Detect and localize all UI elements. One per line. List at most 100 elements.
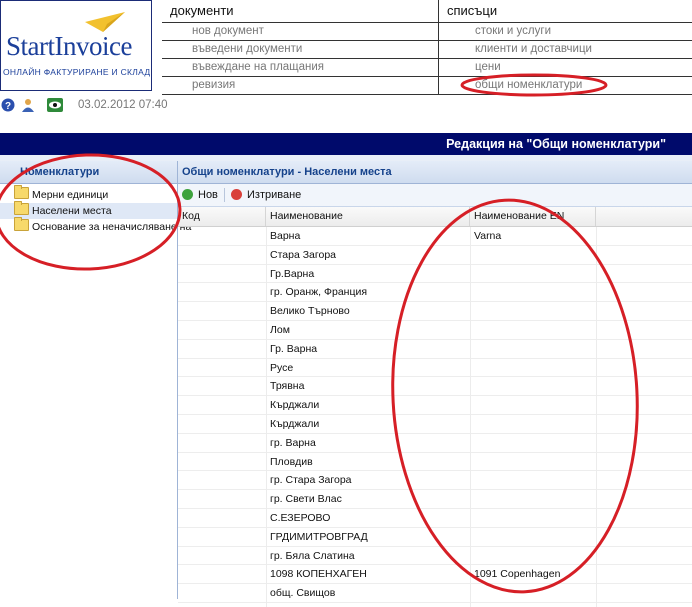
menu-item-entered-documents[interactable]: въведени документи <box>162 41 438 59</box>
new-button[interactable]: Нов <box>182 187 218 203</box>
cell-name-en <box>470 321 596 339</box>
delete-button[interactable]: Изтриване <box>231 187 301 203</box>
table-row[interactable]: Варна Varna <box>178 227 692 246</box>
cell-name: Лом <box>270 323 290 336</box>
table-row[interactable]: гр. Стара Загора <box>178 471 692 491</box>
table-row[interactable]: С.ЕЗЕРОВО <box>178 509 692 528</box>
table-row[interactable]: ГРДИМИТРОВГРАД <box>178 528 692 547</box>
cell-code <box>178 509 266 527</box>
delete-icon <box>231 189 242 200</box>
column-header-code[interactable]: Код <box>178 207 266 226</box>
cell-code <box>178 283 266 301</box>
menu-documents: документи нов документ въведени документ… <box>162 0 438 95</box>
table-row[interactable]: Лом <box>178 321 692 340</box>
menu-item-clients-suppliers[interactable]: клиенти и доставчици <box>439 41 692 59</box>
cell-name-en <box>470 490 596 508</box>
cell-name-en <box>470 283 596 301</box>
tree-item-measure-units[interactable]: Мерни единици <box>0 185 177 203</box>
datetime-display: 03.02.2012 07:40 <box>78 99 168 111</box>
user-icon[interactable] <box>21 98 35 112</box>
cell-name: Варна <box>270 230 301 242</box>
menu-item-general-nomenclatures[interactable]: общи номенклатури <box>439 77 692 95</box>
column-header-name[interactable]: Наименование <box>266 207 470 226</box>
table-row[interactable]: гр. Оранж, Франция <box>178 283 692 303</box>
cell-name-en <box>470 453 596 471</box>
svg-text:?: ? <box>5 101 11 112</box>
grid-header: Код Наименование Наименование EN <box>178 207 692 227</box>
column-header-filler <box>596 207 692 226</box>
column-divider <box>470 227 471 607</box>
cell-name: гр. Бяла Слатина <box>270 549 355 562</box>
cell-code <box>178 396 266 414</box>
table-row[interactable]: Трявна <box>178 377 692 397</box>
logo-tagline: ОНЛАЙН ФАКТУРИРАНЕ И СКЛАД <box>3 67 151 77</box>
cell-name: Кърджали <box>270 417 320 430</box>
cell-code <box>178 415 266 433</box>
column-divider <box>266 227 267 607</box>
cell-name: Трявна <box>270 380 305 393</box>
cell-code <box>178 227 266 245</box>
table-row[interactable]: Гр.Варна <box>178 265 692 284</box>
cell-name: Русе <box>270 361 294 374</box>
cell-name: Стара Загора <box>270 248 337 261</box>
help-icon[interactable]: ? <box>1 98 15 112</box>
table-row[interactable]: гр. Свети Влас <box>178 490 692 509</box>
menu-item-prices[interactable]: цени <box>439 59 692 77</box>
table-row[interactable]: Велико Търново <box>178 302 692 321</box>
menu-documents-header: документи <box>162 0 438 23</box>
cell-name-en <box>470 584 596 602</box>
menu-item-goods-services[interactable]: стоки и услуги <box>439 23 692 41</box>
cell-name: Пловдив <box>270 455 313 468</box>
table-row[interactable]: Пловдив <box>178 453 692 472</box>
logo[interactable]: StartInvoice ОНЛАЙН ФАКТУРИРАНЕ И СКЛАД <box>0 0 152 91</box>
cell-name: 1098 КОПЕНХАГЕН <box>270 568 367 581</box>
folder-icon <box>14 217 29 231</box>
cell-code <box>178 340 266 358</box>
cell-name: ГРДИМИТРОВГРАД <box>270 530 368 543</box>
cell-code <box>178 453 266 471</box>
cell-name: Кърджали <box>270 399 320 412</box>
status-toolbar: ? 03.02.2012 07:40 <box>0 96 692 116</box>
delete-button-label: Изтриване <box>247 189 302 201</box>
table-row[interactable]: Гр. Варна <box>178 340 692 359</box>
tree-item-settlements[interactable]: Населени места <box>0 201 177 219</box>
cell-name-en: 1091 Copenhagen <box>474 568 561 581</box>
settlements-grid-panel: Общи номенклатури - Населени места Нов И… <box>178 161 692 607</box>
cell-name: гр. Свети Влас <box>270 493 342 506</box>
table-row[interactable]: Стара Загора <box>178 246 692 265</box>
toolbar-separator <box>224 188 225 202</box>
cell-code <box>178 265 266 283</box>
cell-name-en <box>470 528 596 546</box>
table-row[interactable]: общ. Свищов <box>178 584 692 603</box>
menu-item-new-document[interactable]: нов документ <box>162 23 438 41</box>
table-row[interactable]: 1098 КОПЕНХАГЕН 1091 Copenhagen <box>178 565 692 585</box>
cell-name: Велико Търново <box>270 305 350 318</box>
tree-item-non-charge-basis[interactable]: Основание за неначисляване на <box>0 217 191 235</box>
table-row[interactable]: гр. Варна <box>178 434 692 453</box>
column-header-name-en[interactable]: Наименование EN <box>470 207 596 226</box>
cell-name: гр. Варна <box>270 436 316 449</box>
cell-name-en <box>470 471 596 489</box>
cell-name-en <box>470 246 596 264</box>
cell-name: гр. Оранж, Франция <box>270 286 368 299</box>
cell-code <box>178 584 266 602</box>
cell-code <box>178 490 266 508</box>
folder-icon <box>14 201 29 215</box>
cell-code <box>178 359 266 377</box>
cell-code <box>178 565 266 583</box>
cell-code <box>178 528 266 546</box>
eye-icon[interactable] <box>47 98 63 112</box>
table-row[interactable]: гр. Бяла Слатина <box>178 547 692 566</box>
table-row[interactable]: Кърджали <box>178 415 692 434</box>
cell-code <box>178 434 266 452</box>
table-row[interactable]: Кърджали <box>178 396 692 415</box>
menu-item-payments[interactable]: въвеждане на плащания <box>162 59 438 77</box>
tree-item-label: Основание за неначисляване на <box>32 221 192 233</box>
menu-item-revision[interactable]: ревизия <box>162 77 438 95</box>
cell-name-en <box>470 340 596 358</box>
table-row[interactable]: Русе <box>178 359 692 378</box>
cell-name-en <box>470 434 596 452</box>
column-divider <box>596 227 597 607</box>
cell-name: С.ЕЗЕРОВО <box>270 511 331 524</box>
cell-name-en <box>470 509 596 527</box>
